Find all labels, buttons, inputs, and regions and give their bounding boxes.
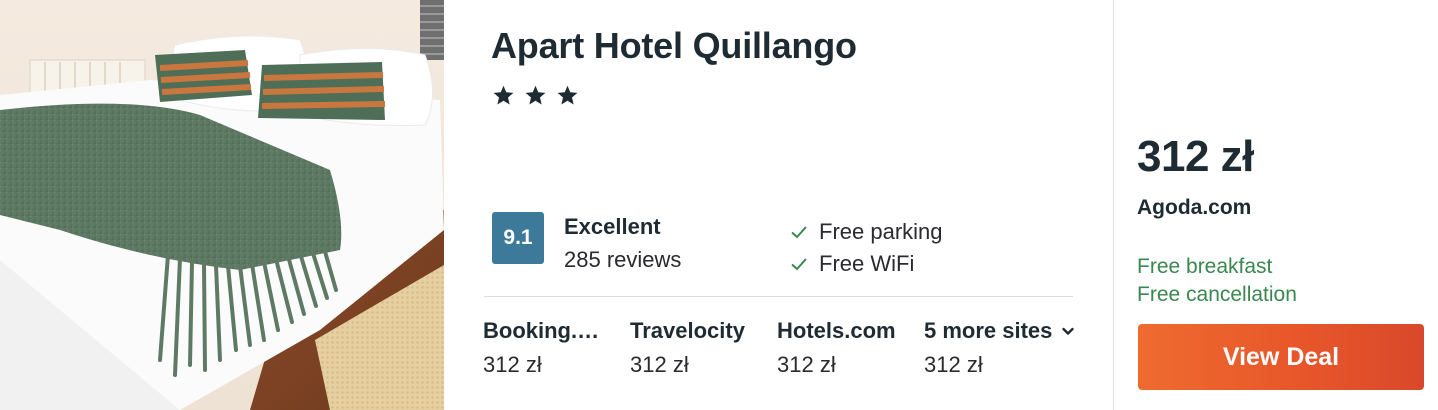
more-sites-label: 5 more sites	[924, 318, 1053, 343]
rating-score-badge[interactable]: 9.1	[492, 212, 544, 264]
check-icon	[791, 226, 807, 239]
column-divider	[1113, 0, 1114, 410]
rating-label: Excellent	[564, 214, 661, 239]
hotel-photo[interactable]	[0, 0, 444, 410]
bed-photo-illustration	[0, 0, 444, 410]
hotel-name[interactable]: Apart Hotel Quillango	[491, 25, 857, 67]
amenity-item: Free WiFi	[789, 248, 943, 280]
amenity-label: Free WiFi	[819, 251, 915, 276]
site-offer-booking[interactable]: Booking.… 312 zł	[483, 318, 630, 378]
star-icon	[557, 85, 578, 105]
star-rating	[492, 84, 579, 107]
site-price: 312 zł	[630, 352, 689, 377]
amenity-item: Free parking	[789, 216, 943, 248]
star-icon	[493, 85, 514, 105]
amenities-list: Free parking Free WiFi	[789, 216, 943, 280]
perk-free-cancellation: Free cancellation	[1137, 283, 1297, 306]
other-sites-list: Booking.… 312 zł Travelocity 312 zł Hote…	[483, 318, 1099, 378]
more-sites-row: 5 more sites	[924, 318, 1099, 344]
site-price: 312 zł	[924, 352, 983, 377]
chevron-down-icon	[1062, 327, 1075, 335]
site-price: 312 zł	[483, 352, 542, 377]
deal-perks: Free breakfast Free cancellation	[1137, 253, 1297, 309]
deal-provider[interactable]: Agoda.com	[1137, 196, 1251, 220]
view-deal-button[interactable]: View Deal	[1138, 324, 1424, 390]
hotel-result-card: Apart Hotel Quillango 9.1 Excellent 285 …	[0, 0, 1438, 410]
site-offer-hotels[interactable]: Hotels.com 312 zł	[777, 318, 924, 378]
amenity-label: Free parking	[819, 219, 943, 244]
site-price: 312 zł	[777, 352, 836, 377]
star-icon	[525, 85, 546, 105]
site-offer-travelocity[interactable]: Travelocity 312 zł	[630, 318, 777, 378]
more-sites-dropdown[interactable]: 5 more sites 312 zł	[924, 318, 1099, 378]
check-icon	[791, 258, 807, 271]
deal-price[interactable]: 312 zł	[1137, 132, 1254, 182]
divider	[484, 296, 1073, 297]
perk-free-breakfast: Free breakfast	[1137, 255, 1273, 278]
site-name: Hotels.com	[777, 318, 896, 343]
review-count[interactable]: 285 reviews	[564, 247, 681, 273]
site-name: Booking.…	[483, 318, 600, 343]
site-name: Travelocity	[630, 318, 745, 343]
